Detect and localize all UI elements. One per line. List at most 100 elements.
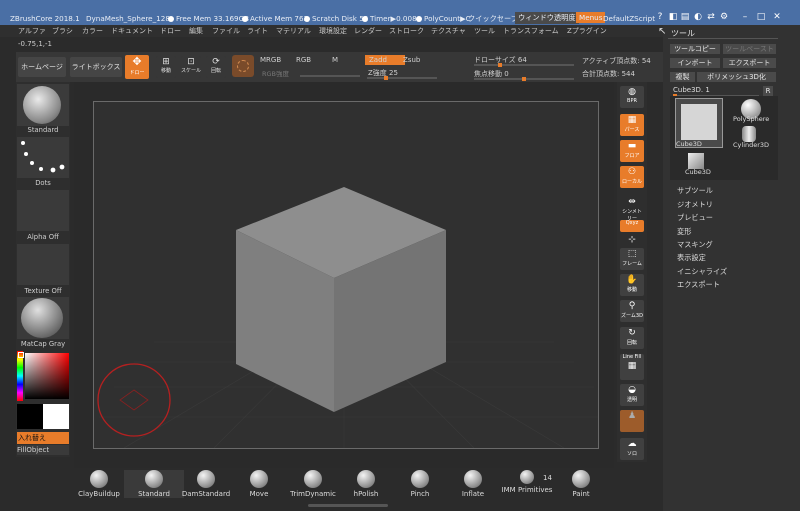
section-deformation[interactable]: 変形 [677,227,691,237]
import-button[interactable]: インポート [670,58,720,68]
saturation-square[interactable] [25,353,69,399]
r-button[interactable]: R [763,86,773,96]
section-preview[interactable]: プレビュー [677,213,713,223]
palette-icon[interactable]: ▤ [680,12,690,22]
minimize-icon[interactable]: – [740,12,750,22]
brush-thumbnail[interactable] [17,84,69,126]
section-initialize[interactable]: イニシャライズ [677,267,727,277]
zadd-button[interactable]: Zadd [365,55,405,65]
brush-claybuildup[interactable]: ClayBuildup [69,470,129,498]
clone-button[interactable]: 複製 [670,72,695,82]
brush-standard[interactable]: Standard [124,470,184,498]
menu-color[interactable]: カラー [82,26,103,36]
menu-material[interactable]: マテリアル [276,26,311,36]
draw-button[interactable]: ✥ ドロー [125,55,149,79]
section-geometry[interactable]: ジオメトリ [677,200,713,210]
focal-shift-track[interactable] [474,77,574,81]
rgb-intensity-slider[interactable]: RGB強度 [262,68,289,78]
document-canvas[interactable] [93,101,599,449]
current-tool-name[interactable]: Cube3D. 1 [673,86,710,94]
transparent-button[interactable]: ◒ 透明 [620,384,644,406]
brush-inflate[interactable]: Inflate [443,470,503,498]
menu-preferences[interactable]: 環境設定 [319,26,347,36]
menu-zplugin[interactable]: Zプラグイン [567,26,607,36]
color-picker[interactable] [17,351,69,401]
rotate-button[interactable]: ⟳ 回転 [206,56,226,78]
switch-icon[interactable]: ⇄ [706,12,716,22]
floor-button[interactable]: ▬ フロア [620,140,644,162]
menus-button[interactable]: Menus [576,12,606,23]
menu-alpha[interactable]: アルファ [18,26,46,36]
brush-move[interactable]: Move [229,470,289,498]
tool-paste-button[interactable]: ツールペースト [723,44,776,54]
secondary-color-swatch[interactable] [17,404,43,429]
brush-hpolish[interactable]: hPolish [336,470,396,498]
section-export[interactable]: エクスポート [677,280,720,290]
tool-copy-button[interactable]: ツールコピー [670,44,720,54]
local-button[interactable]: ⚇ ローカル [620,166,644,188]
brush-pinch[interactable]: Pinch [390,470,450,498]
brush-damstandard[interactable]: DamStandard [176,470,236,498]
z-intensity-track[interactable] [367,76,437,80]
menu-document[interactable]: ドキュメント [111,26,153,36]
export-button[interactable]: エクスポート [723,58,776,68]
fill-object-button[interactable]: FillObject [17,445,69,455]
menu-render[interactable]: レンダー [354,26,382,36]
viewport-svg[interactable] [94,102,598,449]
menu-edit[interactable]: 編集 [189,26,203,36]
homepage-button[interactable]: ホームページ [18,57,66,77]
cylinder3d-icon[interactable] [742,126,756,142]
hue-strip[interactable] [17,351,23,401]
section-masking[interactable]: マスキング [677,240,713,250]
menu-transform[interactable]: トランスフォーム [503,26,559,36]
move-button[interactable]: ⊞ 移動 [156,56,176,78]
zoom3d-button[interactable]: ⚲ ズーム3D [620,300,644,322]
alpha-thumbnail[interactable] [17,190,69,231]
scale-button[interactable]: ⊡ スケール [181,56,201,78]
lightbox-button[interactable]: ライトボックス [70,57,122,77]
section-subtool[interactable]: サブツール [677,186,713,196]
perspective-button[interactable]: ▦ パース [620,114,644,136]
maximize-icon[interactable]: □ [756,12,766,22]
material-thumbnail[interactable] [17,297,69,339]
mrgb-button[interactable]: MRGB [260,56,281,64]
menu-tool[interactable]: ツール [474,26,495,36]
gear-icon[interactable]: ⚙ [719,12,729,22]
help-icon[interactable]: ? [655,12,665,22]
move-view-button[interactable]: ✋ 移動 [620,274,644,296]
layout-icon[interactable]: ◧ [668,12,678,22]
texture-thumbnail[interactable] [17,244,69,285]
rgb-button[interactable]: RGB [296,56,311,64]
menu-draw[interactable]: ドロー [160,26,181,36]
z-intensity-knob[interactable] [384,76,388,80]
draw-size-track[interactable] [474,63,574,67]
frame-button[interactable]: ⬚ フレーム [620,248,644,270]
toggle-icon[interactable]: ◐ [693,12,703,22]
solo-button[interactable]: ☁ ソロ [620,438,644,460]
bpr-button[interactable]: ◍ BPR [620,86,644,108]
quicksave-button[interactable]: クイックセーブ [468,14,518,24]
focal-shift-knob[interactable] [522,77,526,81]
cube3d-small-icon[interactable] [688,153,704,169]
brush-paint[interactable]: Paint [551,470,611,498]
linefill-button[interactable]: Line Fill ▦ [620,354,644,380]
menu-light[interactable]: ライト [247,26,268,36]
menu-stroke[interactable]: ストローク [389,26,424,36]
menu-brush[interactable]: ブラシ [52,26,73,36]
swap-colors-button[interactable]: 入れ替え [17,432,69,444]
m-button[interactable]: M [332,56,338,64]
window-transparency-button[interactable]: ウィンドウ透明度 [515,12,579,24]
section-display-properties[interactable]: 表示設定 [677,253,706,263]
brush-trimdynamic[interactable]: TrimDynamic [283,470,343,498]
menu-texture[interactable]: テクスチャ [431,26,466,36]
shelf-scroll-handle[interactable] [308,504,388,507]
make-polymesh-button[interactable]: ポリメッシュ3D化 [697,72,776,82]
stroke-thumbnail[interactable] [17,137,69,178]
rotate-view-button[interactable]: ↻ 回転 [620,327,644,349]
xyz-button[interactable]: Qxyz [620,220,644,232]
zsub-button[interactable]: Zsub [403,56,420,64]
symmetry-button[interactable]: ⇹ シンメトリー [620,196,644,222]
draw-size-knob[interactable] [498,63,502,67]
arrow-icon[interactable]: ↖ [658,26,666,37]
rgb-intensity-track[interactable] [300,75,360,77]
